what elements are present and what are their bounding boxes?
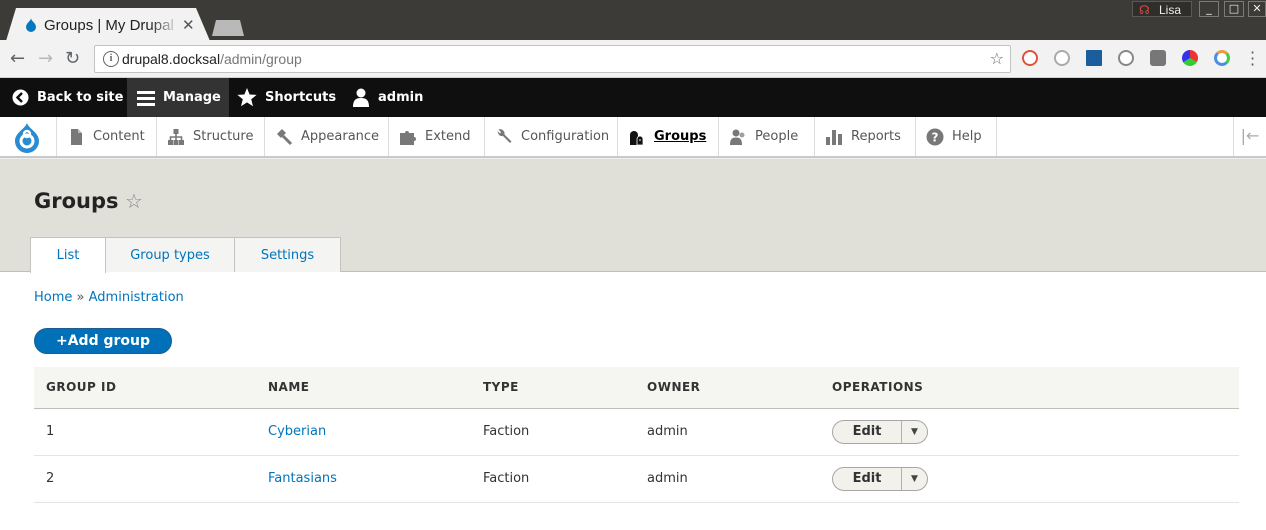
dropdown-caret-icon[interactable]: ▼ (901, 420, 927, 443)
add-group-button[interactable]: +Add group (34, 328, 172, 354)
tray-item-extend[interactable]: Extend (389, 117, 485, 156)
people-icon (730, 129, 745, 145)
extension-icon-7[interactable] (1214, 50, 1230, 66)
tab-group-types[interactable]: Group types (105, 237, 235, 272)
group-name-cell: Cyberian (256, 408, 471, 456)
profile-icon: ☊ (1139, 3, 1150, 17)
browser-toolbar: ← → ↻ i drupal8.docksal/admin/group ☆ · ·… (0, 40, 1266, 78)
page-title: Groups (34, 189, 119, 213)
tab-settings[interactable]: Settings (234, 237, 341, 272)
tray-item-help[interactable]: ? Help (916, 117, 997, 156)
help-icon: ? (926, 128, 944, 145)
table-row: 1 Cyberian Faction admin Edit ▼ (34, 408, 1239, 456)
group-owner-cell: admin (635, 408, 820, 456)
forward-arrow-icon[interactable]: → (38, 48, 53, 69)
user-menu[interactable]: admin (352, 78, 423, 117)
bookmark-star-icon[interactable]: ☆ (990, 49, 1004, 68)
group-name-link[interactable]: Fantasians (268, 471, 337, 486)
groups-table: GROUP ID NAME TYPE OWNER OPERATIONS 1 Cy… (34, 367, 1239, 503)
reload-icon[interactable]: ↻ (65, 48, 80, 69)
operations-cell: Edit ▼ (820, 455, 1239, 503)
shortcut-star-icon[interactable]: ☆ (125, 189, 143, 213)
tray-item-appearance[interactable]: Appearance (265, 117, 389, 156)
manage-menu[interactable]: Manage (127, 78, 229, 117)
breadcrumb-home[interactable]: Home (34, 290, 72, 305)
column-header-owner[interactable]: OWNER (635, 367, 820, 409)
group-id-cell: 1 (34, 408, 256, 456)
star-icon (237, 88, 257, 107)
close-window-button[interactable]: ✕ (1248, 1, 1266, 17)
tray-item-configuration[interactable]: Configuration (485, 117, 618, 156)
back-arrow-icon[interactable]: ← (10, 48, 25, 69)
extend-icon (400, 130, 416, 145)
table-header-row: GROUP ID NAME TYPE OWNER OPERATIONS (34, 367, 1239, 409)
breadcrumb: Home » Administration (34, 290, 184, 305)
column-header-type[interactable]: TYPE (471, 367, 635, 409)
admin-menu-tray: Content Structure Appearance Extend Conf… (0, 117, 1266, 158)
structure-icon (168, 128, 184, 145)
extension-icon-6[interactable] (1182, 50, 1198, 66)
operations-dropbutton: Edit ▼ (832, 466, 928, 491)
tray-item-structure[interactable]: Structure (157, 117, 265, 156)
group-type-cell: Faction (471, 408, 635, 456)
group-name-link[interactable]: Cyberian (268, 424, 326, 439)
browser-titlebar: Groups | My Drupal 8 ✕ ☊ Lisa _ □ ✕ (0, 0, 1266, 41)
back-to-site-link[interactable]: Back to site (12, 78, 123, 117)
operations-cell: Edit ▼ (820, 408, 1239, 456)
column-header-operations: OPERATIONS (820, 367, 1239, 409)
table-row: 2 Fantasians Faction admin Edit ▼ (34, 455, 1239, 503)
tab-close-icon[interactable]: ✕ (182, 16, 195, 34)
browser-menu-icon[interactable]: · · · (1250, 45, 1255, 73)
breadcrumb-administration[interactable]: Administration (89, 290, 184, 305)
column-header-name[interactable]: NAME (256, 367, 471, 409)
operations-dropbutton: Edit ▼ (832, 419, 928, 444)
tray-orientation-toggle-icon[interactable]: |← (1233, 117, 1266, 156)
drupal-favicon-icon (26, 18, 36, 32)
edit-button[interactable]: Edit (833, 421, 901, 443)
groups-icon (630, 130, 644, 145)
new-tab-button[interactable] (212, 20, 244, 36)
shortcuts-menu[interactable]: Shortcuts (237, 78, 336, 117)
dropdown-caret-icon[interactable]: ▼ (901, 467, 927, 490)
appearance-icon (277, 128, 293, 145)
content-icon (71, 128, 82, 145)
extension-icon-5[interactable] (1150, 50, 1166, 66)
drupal-admin-bar: Back to site Manage Shortcuts admin (0, 78, 1266, 117)
drupal-logo[interactable] (0, 117, 57, 156)
user-icon (353, 88, 369, 107)
group-owner-cell: admin (635, 455, 820, 503)
minimize-button[interactable]: _ (1199, 1, 1219, 17)
hamburger-icon (137, 90, 155, 106)
group-name-cell: Fantasians (256, 455, 471, 503)
group-type-cell: Faction (471, 455, 635, 503)
tab-list[interactable]: List (30, 237, 106, 273)
tray-item-content[interactable]: Content (57, 117, 157, 156)
extension-icon-3[interactable] (1086, 50, 1102, 66)
site-info-icon[interactable]: i (103, 51, 119, 67)
page-header: Groups ☆ List Group types Settings (0, 159, 1266, 273)
svg-text:?: ? (932, 130, 939, 144)
drupal-drop-icon (15, 122, 39, 153)
group-id-cell: 2 (34, 455, 256, 503)
tray-item-groups[interactable]: Groups (618, 117, 719, 156)
column-header-group-id[interactable]: GROUP ID (34, 367, 256, 409)
reports-icon (826, 129, 842, 145)
edit-button[interactable]: Edit (833, 468, 901, 490)
extension-icon-2[interactable] (1054, 50, 1070, 66)
breadcrumb-separator: » (76, 290, 85, 305)
profile-chip[interactable]: ☊ Lisa (1132, 1, 1192, 17)
tray-item-people[interactable]: People (719, 117, 815, 156)
extension-icon-1[interactable] (1022, 50, 1038, 66)
maximize-button[interactable]: □ (1224, 1, 1244, 17)
wrench-icon (497, 128, 512, 143)
tray-item-reports[interactable]: Reports (815, 117, 916, 156)
extension-icon-4[interactable] (1118, 50, 1134, 66)
back-arrow-icon (12, 89, 29, 106)
address-bar[interactable]: i drupal8.docksal/admin/group ☆ (94, 45, 1011, 73)
profile-name: Lisa (1159, 3, 1182, 17)
url-text: drupal8.docksal/admin/group (122, 51, 302, 67)
